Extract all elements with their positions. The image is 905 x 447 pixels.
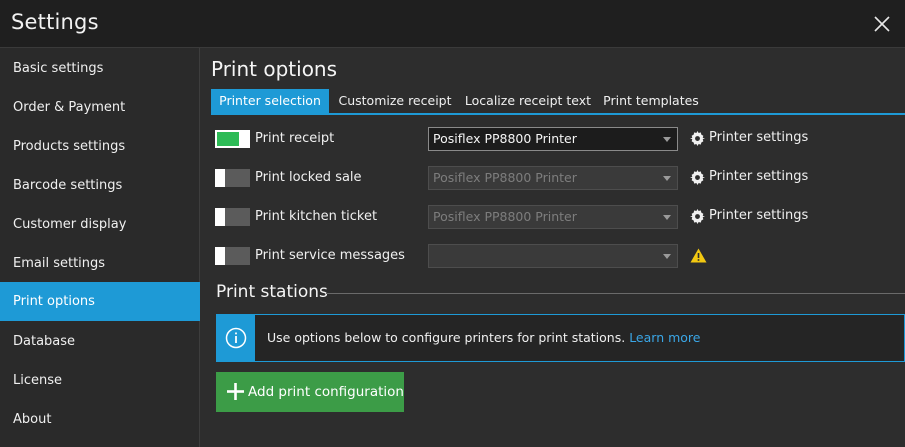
print-service-messages-label: Print service messages: [255, 248, 405, 263]
add-print-configuration-label: Add print configuration: [248, 384, 404, 400]
gear-icon: [690, 131, 705, 146]
print-locked-sale-printer-select[interactable]: Posiflex PP8800 Printer: [428, 166, 678, 190]
chevron-down-icon: [663, 137, 671, 142]
toggle-knob: [226, 249, 248, 263]
page-title: Print options: [211, 57, 338, 81]
tab-customize-receipt[interactable]: Customize receipt: [335, 89, 455, 113]
print-receipt-toggle[interactable]: [215, 130, 250, 148]
sidebar-item-about[interactable]: About: [0, 400, 200, 439]
print-stations-section: Print stations: [216, 282, 905, 304]
sidebar-item-license[interactable]: License: [0, 361, 200, 400]
tab-bar: Printer selection Customize receipt Loca…: [211, 89, 905, 115]
toggle-knob: [226, 210, 248, 224]
sidebar-item-barcode-settings[interactable]: Barcode settings: [0, 166, 200, 205]
print-locked-sale-toggle[interactable]: [215, 169, 250, 187]
sidebar-item-database[interactable]: Database: [0, 322, 200, 361]
print-stations-title: Print stations: [216, 282, 328, 302]
info-text: Use options below to configure printers …: [267, 330, 700, 345]
chevron-down-icon: [663, 176, 671, 181]
sidebar-item-email-settings[interactable]: Email settings: [0, 244, 200, 283]
add-print-configuration-button[interactable]: Add print configuration: [216, 372, 404, 412]
print-kitchen-ticket-toggle[interactable]: [215, 208, 250, 226]
info-banner: Use options below to configure printers …: [216, 314, 905, 362]
warning-icon: [690, 248, 707, 267]
sidebar-item-print-options[interactable]: Print options: [0, 282, 200, 321]
toggle-knob: [226, 171, 248, 185]
print-receipt-row: Print receipt Posiflex PP8800 Printer Pr…: [215, 127, 895, 153]
sidebar-item-products-settings[interactable]: Products settings: [0, 127, 200, 166]
tab-printer-selection[interactable]: Printer selection: [211, 89, 329, 113]
info-message: Use options below to configure printers …: [267, 330, 626, 345]
print-service-messages-printer-select[interactable]: [428, 244, 678, 268]
main-panel: Print options Printer selection Customiz…: [201, 48, 905, 447]
print-kitchen-ticket-printer-select[interactable]: Posiflex PP8800 Printer: [428, 205, 678, 229]
selected-printer: Posiflex PP8800 Printer: [433, 131, 577, 146]
close-icon[interactable]: [871, 13, 893, 35]
print-receipt-label: Print receipt: [255, 131, 335, 146]
printer-settings-label: Printer settings: [709, 130, 809, 145]
print-receipt-printer-select[interactable]: Posiflex PP8800 Printer: [428, 127, 678, 151]
print-service-messages-toggle[interactable]: [215, 247, 250, 265]
learn-more-link[interactable]: Learn more: [629, 330, 700, 345]
selected-printer: Posiflex PP8800 Printer: [433, 209, 577, 224]
sidebar: Basic settings Order & Payment Products …: [0, 48, 200, 447]
section-divider: [326, 293, 905, 294]
print-locked-sale-label: Print locked sale: [255, 170, 362, 185]
window-title: Settings: [11, 10, 99, 34]
plus-icon: [227, 383, 244, 400]
tab-print-templates[interactable]: Print templates: [601, 89, 701, 113]
printer-settings-label: Printer settings: [709, 208, 809, 223]
info-icon: [217, 315, 255, 361]
print-kitchen-ticket-label: Print kitchen ticket: [255, 209, 378, 224]
chevron-down-icon: [663, 215, 671, 220]
chevron-down-icon: [663, 254, 671, 259]
print-service-messages-row: Print service messages: [215, 244, 895, 270]
sidebar-item-order-payment[interactable]: Order & Payment: [0, 88, 200, 127]
sidebar-item-basic-settings[interactable]: Basic settings: [0, 49, 200, 88]
toggle-knob: [217, 132, 239, 146]
printer-settings-label: Printer settings: [709, 169, 809, 184]
print-kitchen-ticket-row: Print kitchen ticket Posiflex PP8800 Pri…: [215, 205, 895, 231]
selected-printer: Posiflex PP8800 Printer: [433, 170, 577, 185]
tab-localize-receipt-text[interactable]: Localize receipt text: [463, 89, 593, 113]
title-bar: Settings: [0, 0, 905, 48]
gear-icon: [690, 170, 705, 185]
sidebar-item-customer-display[interactable]: Customer display: [0, 205, 200, 244]
gear-icon: [690, 209, 705, 224]
print-locked-sale-row: Print locked sale Posiflex PP8800 Printe…: [215, 166, 895, 192]
